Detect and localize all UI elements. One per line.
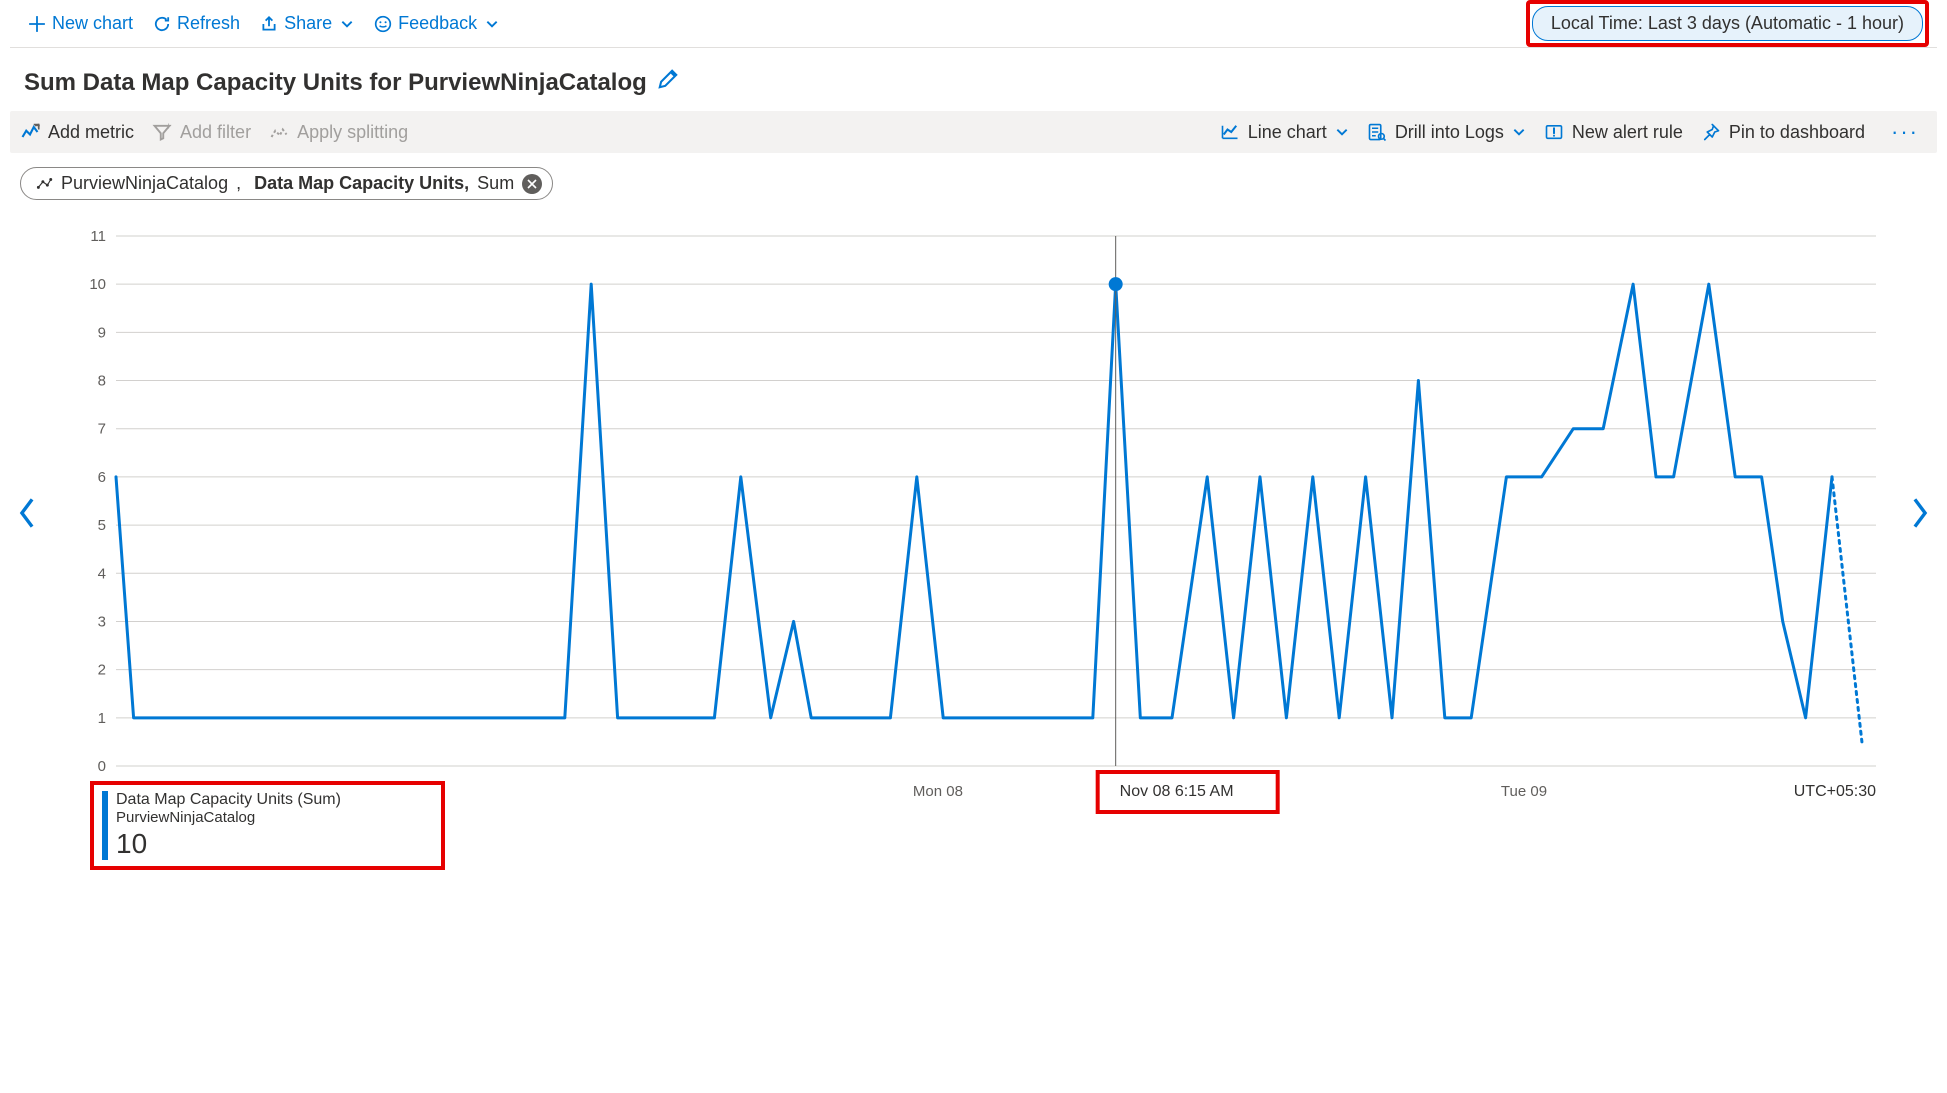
svg-text:3: 3	[98, 613, 106, 630]
svg-text:6: 6	[98, 469, 106, 486]
apply-splitting-label: Apply splitting	[297, 122, 408, 143]
new-alert-button[interactable]: New alert rule	[1544, 122, 1683, 143]
metric-chip-icon	[35, 175, 53, 193]
svg-text:11: 11	[90, 228, 106, 245]
svg-text:+: +	[166, 122, 172, 133]
svg-text:5: 5	[98, 517, 106, 534]
chevron-right-icon	[1909, 496, 1931, 530]
plus-icon	[28, 15, 46, 33]
new-chart-label: New chart	[52, 13, 133, 34]
metric-toolbar: + Add metric + Add filter Apply splittin…	[10, 111, 1937, 153]
share-label: Share	[284, 13, 332, 34]
apply-splitting-button: Apply splitting	[269, 122, 408, 143]
edit-title-button[interactable]	[657, 68, 679, 97]
pin-button[interactable]: Pin to dashboard	[1701, 122, 1865, 143]
svg-text:10: 10	[89, 276, 106, 293]
refresh-label: Refresh	[177, 13, 240, 34]
chip-agg: Sum	[477, 173, 514, 194]
svg-text:4: 4	[98, 565, 106, 582]
add-filter-button: + Add filter	[152, 122, 251, 143]
chevron-left-icon	[16, 496, 38, 530]
refresh-button[interactable]: Refresh	[143, 7, 250, 40]
alert-icon	[1544, 122, 1564, 142]
svg-text:Tue 09: Tue 09	[1501, 783, 1547, 800]
chevron-down-icon	[485, 17, 499, 31]
time-range-button[interactable]: Local Time: Last 3 days (Automatic - 1 h…	[1532, 6, 1923, 41]
pencil-icon	[657, 68, 679, 90]
ellipsis-icon: ···	[1891, 119, 1919, 144]
chart-title-row: Sum Data Map Capacity Units for PurviewN…	[10, 48, 1937, 111]
chevron-down-icon	[340, 17, 354, 31]
time-range-highlight: Local Time: Last 3 days (Automatic - 1 h…	[1526, 0, 1929, 47]
new-alert-label: New alert rule	[1572, 122, 1683, 143]
svg-text:2: 2	[98, 662, 106, 679]
legend-value: 10	[116, 828, 341, 860]
chip-resource: PurviewNinjaCatalog	[61, 173, 228, 194]
svg-text:1: 1	[98, 710, 106, 727]
chevron-down-icon	[1512, 125, 1526, 139]
legend-resource-label: PurviewNinjaCatalog	[116, 809, 341, 826]
feedback-button[interactable]: Feedback	[364, 7, 509, 40]
svg-text:9: 9	[98, 324, 106, 341]
line-chart[interactable]: 01234567891011Nov 07Mon 08Tue 09Nov 08 6…	[46, 216, 1896, 856]
new-chart-button[interactable]: New chart	[18, 7, 143, 40]
refresh-icon	[153, 15, 171, 33]
svg-text:8: 8	[98, 373, 106, 390]
chart-type-button[interactable]: Line chart	[1220, 122, 1349, 143]
splitting-icon	[269, 122, 289, 142]
time-range-label: Local Time: Last 3 days (Automatic - 1 h…	[1551, 13, 1904, 33]
svg-text:Nov 08 6:15 AM: Nov 08 6:15 AM	[1120, 783, 1234, 800]
metric-chip[interactable]: PurviewNinjaCatalog, Data Map Capacity U…	[20, 167, 553, 200]
legend-series-label: Data Map Capacity Units (Sum)	[116, 791, 341, 809]
more-button[interactable]: ···	[1883, 119, 1927, 145]
filter-icon: +	[152, 122, 172, 142]
pin-icon	[1701, 122, 1721, 142]
chevron-down-icon	[1335, 125, 1349, 139]
command-bar: New chart Refresh Share Feedback Local T…	[10, 0, 1937, 48]
chart-area: 01234567891011Nov 07Mon 08Tue 09Nov 08 6…	[46, 216, 1901, 856]
svg-text:UTC+05:30: UTC+05:30	[1794, 783, 1876, 800]
svg-text:7: 7	[98, 421, 106, 438]
svg-text:Mon 08: Mon 08	[913, 783, 963, 800]
chart-title: Sum Data Map Capacity Units for PurviewN…	[24, 69, 647, 97]
add-filter-label: Add filter	[180, 122, 251, 143]
add-metric-label: Add metric	[48, 122, 134, 143]
line-chart-icon	[1220, 122, 1240, 142]
close-icon	[527, 179, 537, 189]
prev-time-button[interactable]	[16, 496, 38, 539]
pin-label: Pin to dashboard	[1729, 122, 1865, 143]
next-time-button[interactable]	[1909, 496, 1931, 539]
chip-metric: Data Map Capacity Units,	[254, 173, 469, 194]
chip-remove-button[interactable]	[522, 174, 542, 194]
add-metric-button[interactable]: + Add metric	[20, 122, 134, 143]
logs-icon	[1367, 122, 1387, 142]
drill-logs-label: Drill into Logs	[1395, 122, 1504, 143]
svg-text:0: 0	[98, 758, 106, 775]
smile-icon	[374, 15, 392, 33]
share-icon	[260, 15, 278, 33]
drill-logs-button[interactable]: Drill into Logs	[1367, 122, 1526, 143]
share-button[interactable]: Share	[250, 7, 364, 40]
feedback-label: Feedback	[398, 13, 477, 34]
metric-icon: +	[20, 122, 40, 142]
svg-text:+: +	[36, 122, 40, 131]
legend-color-swatch	[102, 791, 108, 860]
chart-type-label: Line chart	[1248, 122, 1327, 143]
legend-card[interactable]: Data Map Capacity Units (Sum) PurviewNin…	[90, 781, 445, 870]
